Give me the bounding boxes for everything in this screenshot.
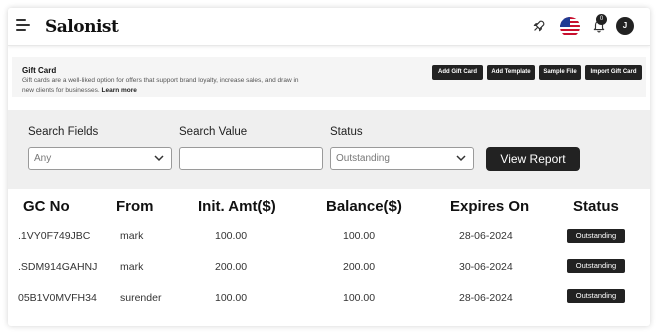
status-select-value: Outstanding: [336, 153, 390, 164]
hamburger-menu-icon[interactable]: [16, 19, 30, 33]
rocket-icon[interactable]: [532, 19, 546, 33]
gc-no-cell: 05B1V0MVFH34: [18, 292, 97, 304]
column-header-balance: Balance($): [326, 198, 402, 215]
status-select[interactable]: Outstanding: [330, 147, 474, 170]
page-description: Gift cards are a well-liked option for o…: [22, 76, 312, 96]
search-fields-value: Any: [34, 153, 52, 164]
top-navbar: Salonist 0 J: [8, 8, 650, 46]
chevron-down-icon: [154, 155, 164, 162]
column-header-init-amt: Init. Amt($): [198, 198, 276, 215]
column-header-expires-on: Expires On: [450, 198, 530, 215]
status-badge: Outstanding: [567, 229, 625, 243]
search-fields-label: Search Fields: [28, 126, 99, 138]
description-text: Gift cards are a well-liked option for o…: [22, 77, 299, 94]
us-flag-icon[interactable]: [560, 17, 580, 37]
page-title: Gift Card: [22, 66, 57, 75]
add-template-button[interactable]: Add Template: [487, 65, 535, 80]
gc-no-cell: .1VY0F749JBC: [18, 230, 91, 242]
status-badge: Outstanding: [567, 259, 625, 273]
brand-logo[interactable]: Salonist: [45, 17, 119, 37]
learn-more-link[interactable]: Learn more: [102, 87, 137, 94]
column-header-gc-no: GC No: [23, 198, 70, 215]
import-gift-card-button[interactable]: Import Gift Card: [585, 65, 642, 80]
search-value-input[interactable]: [179, 147, 323, 170]
balance-cell: 200.00: [343, 261, 376, 273]
status-label: Status: [330, 126, 363, 138]
chevron-down-icon: [456, 155, 466, 162]
from-cell: mark: [120, 230, 144, 242]
gc-no-cell: .SDM914GAHNJ: [18, 261, 98, 273]
expires-cell: 30-06-2024: [459, 261, 513, 273]
init-amt-cell: 100.00: [215, 292, 248, 304]
init-amt-cell: 200.00: [215, 261, 248, 273]
init-amt-cell: 100.00: [215, 230, 248, 242]
balance-cell: 100.00: [343, 230, 376, 242]
search-fields-select[interactable]: Any: [28, 147, 172, 170]
status-badge: Outstanding: [567, 289, 625, 303]
view-report-button[interactable]: View Report: [486, 147, 580, 171]
app-window: Salonist 0 J Gift Card Gift cards are a …: [8, 8, 650, 326]
sample-file-button[interactable]: Sample File: [539, 65, 581, 80]
notification-count-badge: 0: [596, 14, 607, 25]
from-cell: surender: [120, 292, 162, 304]
add-gift-card-button[interactable]: Add Gift Card: [432, 65, 483, 80]
expires-cell: 28-06-2024: [459, 292, 513, 304]
column-header-from: From: [116, 198, 154, 215]
balance-cell: 100.00: [343, 292, 376, 304]
column-header-status: Status: [573, 198, 619, 215]
from-cell: mark: [120, 261, 144, 273]
expires-cell: 28-06-2024: [459, 230, 513, 242]
search-value-label: Search Value: [179, 126, 248, 138]
user-avatar[interactable]: J: [616, 17, 634, 35]
